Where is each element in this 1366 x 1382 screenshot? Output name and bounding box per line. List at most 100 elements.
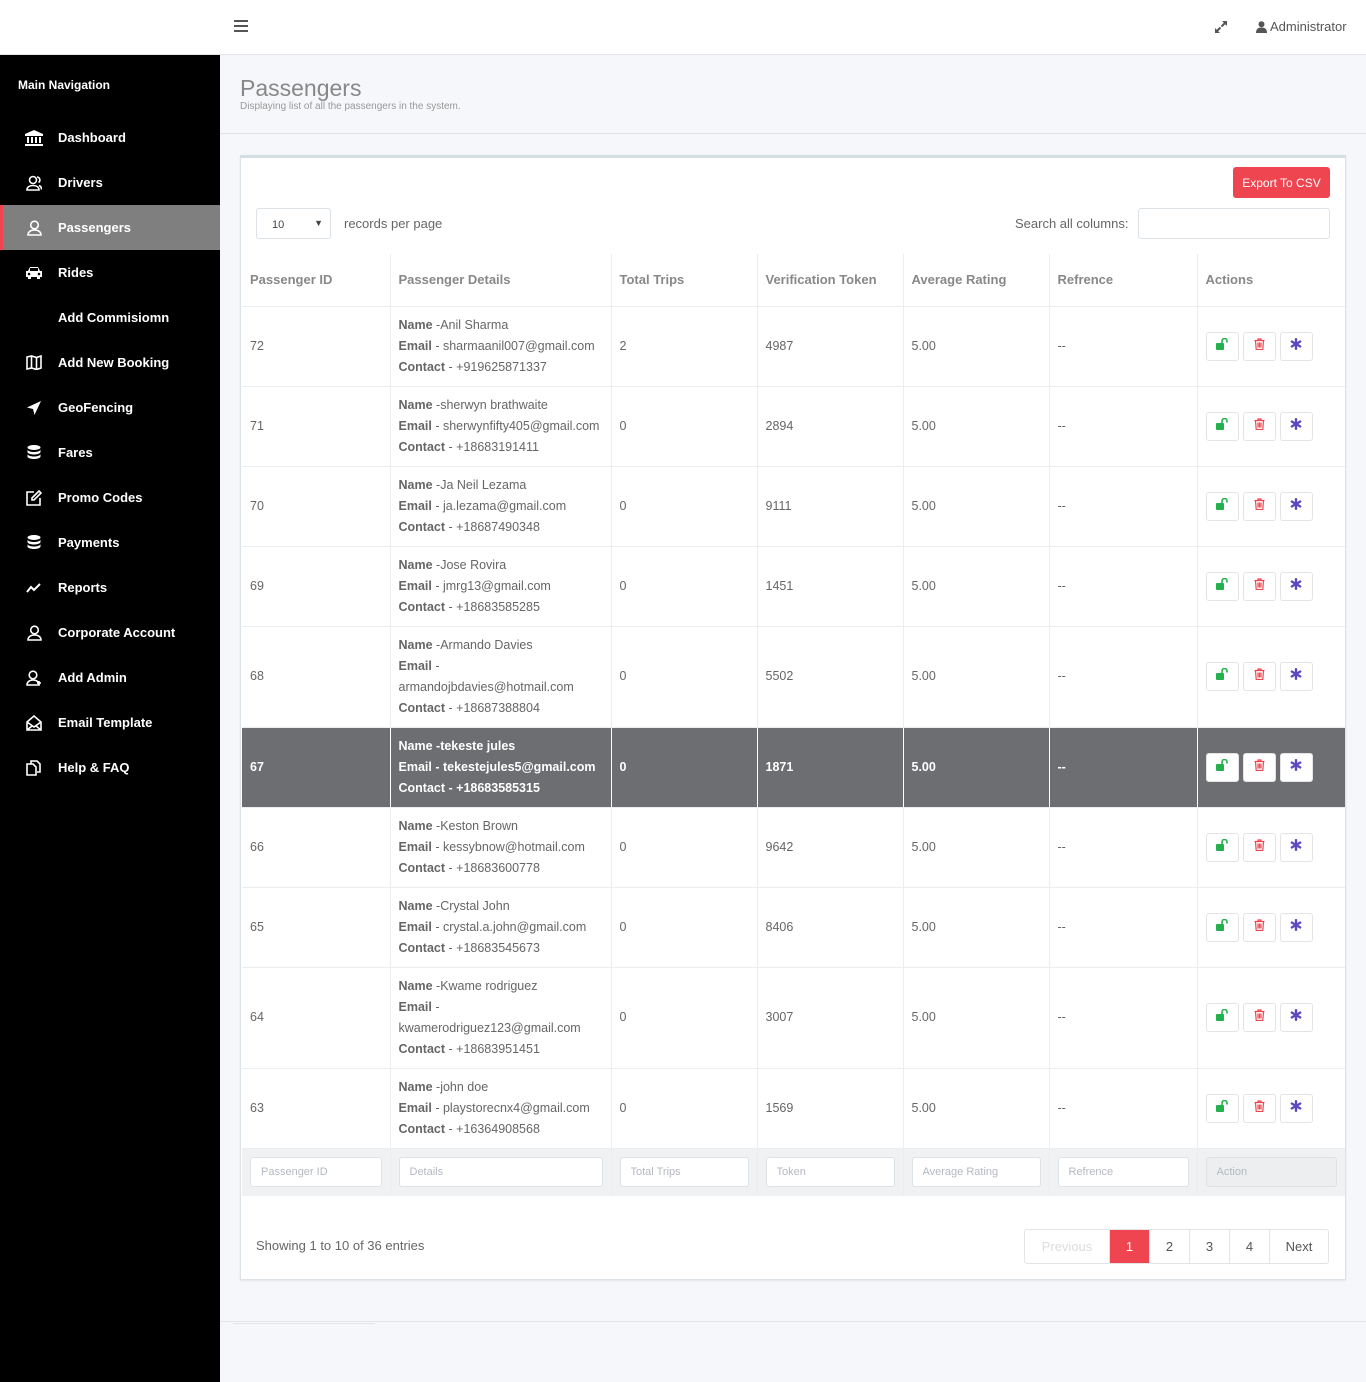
pagination-page-1[interactable]: 1 <box>1109 1230 1149 1263</box>
label-email: Email <box>398 759 432 774</box>
unblock-button[interactable] <box>1205 411 1239 441</box>
filter-reference[interactable] <box>1057 1157 1189 1188</box>
sidebar-item-reports[interactable]: Reports <box>0 565 220 610</box>
filter-total-trips[interactable] <box>619 1157 749 1188</box>
delete-button[interactable] <box>1242 1093 1276 1123</box>
pagination-page-4[interactable]: 4 <box>1229 1230 1269 1263</box>
table-row[interactable]: 68 Name -Armando Davies Email - armandojbd… <box>242 626 1345 728</box>
sidebar-item-add-commisiomn[interactable]: Add Commisiomn <box>0 295 220 340</box>
sidebar-item-payments[interactable]: Payments <box>0 520 220 565</box>
unlock-icon <box>1215 917 1229 938</box>
trash-icon <box>1254 1098 1265 1119</box>
column-header-reference[interactable]: Refrence <box>1048 254 1197 307</box>
filter-rating[interactable] <box>911 1157 1041 1188</box>
column-header-token[interactable]: Verification Token <box>756 254 903 307</box>
reset-password-button[interactable] <box>1279 752 1313 782</box>
reset-password-button[interactable] <box>1279 491 1313 521</box>
label-contact: Contact <box>398 1121 446 1136</box>
reset-password-button[interactable] <box>1279 832 1313 862</box>
delete-button[interactable] <box>1242 571 1276 601</box>
filter-details[interactable] <box>398 1157 603 1188</box>
sidebar-item-promo-codes[interactable]: Promo Codes <box>0 475 220 520</box>
delete-button[interactable] <box>1242 1003 1276 1032</box>
sidebar-item-drivers[interactable]: Drivers <box>0 160 220 205</box>
pagination-page-2[interactable]: 2 <box>1149 1230 1189 1263</box>
label-contact: Contact <box>398 700 446 715</box>
passenger-contact: +18683191411 <box>456 439 539 454</box>
filter-row <box>242 1148 1345 1196</box>
database-icon <box>25 444 43 462</box>
unblock-button[interactable] <box>1205 571 1239 601</box>
export-csv-button[interactable]: Export To CSV <box>1233 167 1330 198</box>
label-email: Email <box>398 919 432 934</box>
page-length-select[interactable]: 10 ▼ <box>256 208 331 239</box>
reset-password-button[interactable] <box>1279 1003 1313 1032</box>
table-row[interactable]: 72 Name -Anil Sharma Email - sharmaanil007… <box>242 306 1345 387</box>
fullscreen-icon[interactable] <box>1212 18 1230 36</box>
delete-button[interactable] <box>1242 752 1276 782</box>
column-header-details[interactable]: Passenger Details <box>389 254 611 307</box>
pagination-page-3[interactable]: 3 <box>1189 1230 1229 1263</box>
unblock-button[interactable] <box>1205 491 1239 521</box>
sidebar-item-label: Help & FAQ <box>58 760 130 775</box>
table-row[interactable]: 66 Name -Keston Brown Email - kessybnow@ho… <box>242 807 1345 888</box>
sidebar-item-dashboard[interactable]: Dashboard <box>0 115 220 160</box>
user-menu[interactable]: Administrator <box>1256 19 1347 34</box>
sidebar-item-email-template[interactable]: Email Template <box>0 700 220 745</box>
reset-password-button[interactable] <box>1279 912 1313 942</box>
passenger-name: Anil Sharma <box>440 317 509 332</box>
delete-button[interactable] <box>1242 331 1276 361</box>
sidebar-item-passengers[interactable]: Passengers <box>0 205 220 250</box>
unblock-button[interactable] <box>1205 832 1239 862</box>
table-row[interactable]: 65 Name -Crystal John Email - crystal.a.jo… <box>242 887 1345 968</box>
search-input[interactable] <box>1138 208 1330 239</box>
sidebar-item-fares[interactable]: Fares <box>0 430 220 475</box>
table-row[interactable]: 70 Name -Ja Neil Lezama Email - ja.lezama@… <box>242 466 1345 547</box>
delete-button[interactable] <box>1242 411 1276 441</box>
table-row[interactable]: 63 Name -john doe Email - playstorecnx4@gm… <box>242 1068 1345 1149</box>
column-header-total-trips[interactable]: Total Trips <box>610 254 757 307</box>
sidebar-item-rides[interactable]: Rides <box>0 250 220 295</box>
pagination-previous[interactable]: Previous <box>1025 1230 1109 1263</box>
asterisk-icon <box>1290 837 1302 858</box>
column-header-rating[interactable]: Average Rating <box>902 254 1049 307</box>
user-plus-icon <box>25 669 43 687</box>
delete-button[interactable] <box>1242 912 1276 942</box>
column-header-passenger-id[interactable]: Passenger ID <box>242 254 390 307</box>
cell-actions <box>1196 546 1345 627</box>
unblock-button[interactable] <box>1205 1003 1239 1032</box>
unblock-button[interactable] <box>1205 1093 1239 1123</box>
table-row[interactable]: 64 Name -Kwame rodriguez Email - kwamerodr… <box>242 967 1345 1069</box>
sidebar-item-corporate-account[interactable]: Corporate Account <box>0 610 220 655</box>
unblock-button[interactable] <box>1205 331 1239 361</box>
sidebar-item-help-faq[interactable]: Help & FAQ <box>0 745 220 790</box>
table-row[interactable]: 69 Name -Jose Rovira Email - jmrg13@gmail.… <box>242 546 1345 627</box>
filter-token[interactable] <box>765 1157 895 1188</box>
sidebar-item-geofencing[interactable]: GeoFencing <box>0 385 220 430</box>
reset-password-button[interactable] <box>1279 571 1313 601</box>
sidebar-item-add-admin[interactable]: Add Admin <box>0 655 220 700</box>
label-name: Name <box>398 818 433 833</box>
unblock-button[interactable] <box>1205 912 1239 942</box>
cell-passenger-details: Name -sherwyn brathwaite Email - sherwynf… <box>389 386 611 467</box>
unblock-button[interactable] <box>1205 662 1239 691</box>
filter-passenger-id[interactable] <box>250 1157 382 1188</box>
cell-passenger-details: Name -Jose Rovira Email - jmrg13@gmail.co… <box>389 546 611 627</box>
reset-password-button[interactable] <box>1279 662 1313 691</box>
table-row[interactable]: 67 Name -tekeste jules Email - tekestejule… <box>242 727 1345 808</box>
sidebar-item-add-new-booking[interactable]: Add New Booking <box>0 340 220 385</box>
reset-password-button[interactable] <box>1279 411 1313 441</box>
passengers-card: Export To CSV 10 ▼ records per page Sear… <box>240 155 1346 1280</box>
delete-button[interactable] <box>1242 662 1276 691</box>
reset-password-button[interactable] <box>1279 1093 1313 1123</box>
table-row[interactable]: 71 Name -sherwyn brathwaite Email - sherwy… <box>242 386 1345 467</box>
unblock-button[interactable] <box>1205 752 1239 782</box>
cell-passenger-id: 70 <box>242 466 390 547</box>
delete-button[interactable] <box>1242 491 1276 521</box>
delete-button[interactable] <box>1242 832 1276 862</box>
cell-actions <box>1196 386 1345 467</box>
passenger-contact: +16364908568 <box>456 1121 540 1136</box>
menu-toggle-icon[interactable] <box>234 20 248 34</box>
reset-password-button[interactable] <box>1279 331 1313 361</box>
pagination-next[interactable]: Next <box>1269 1230 1328 1263</box>
